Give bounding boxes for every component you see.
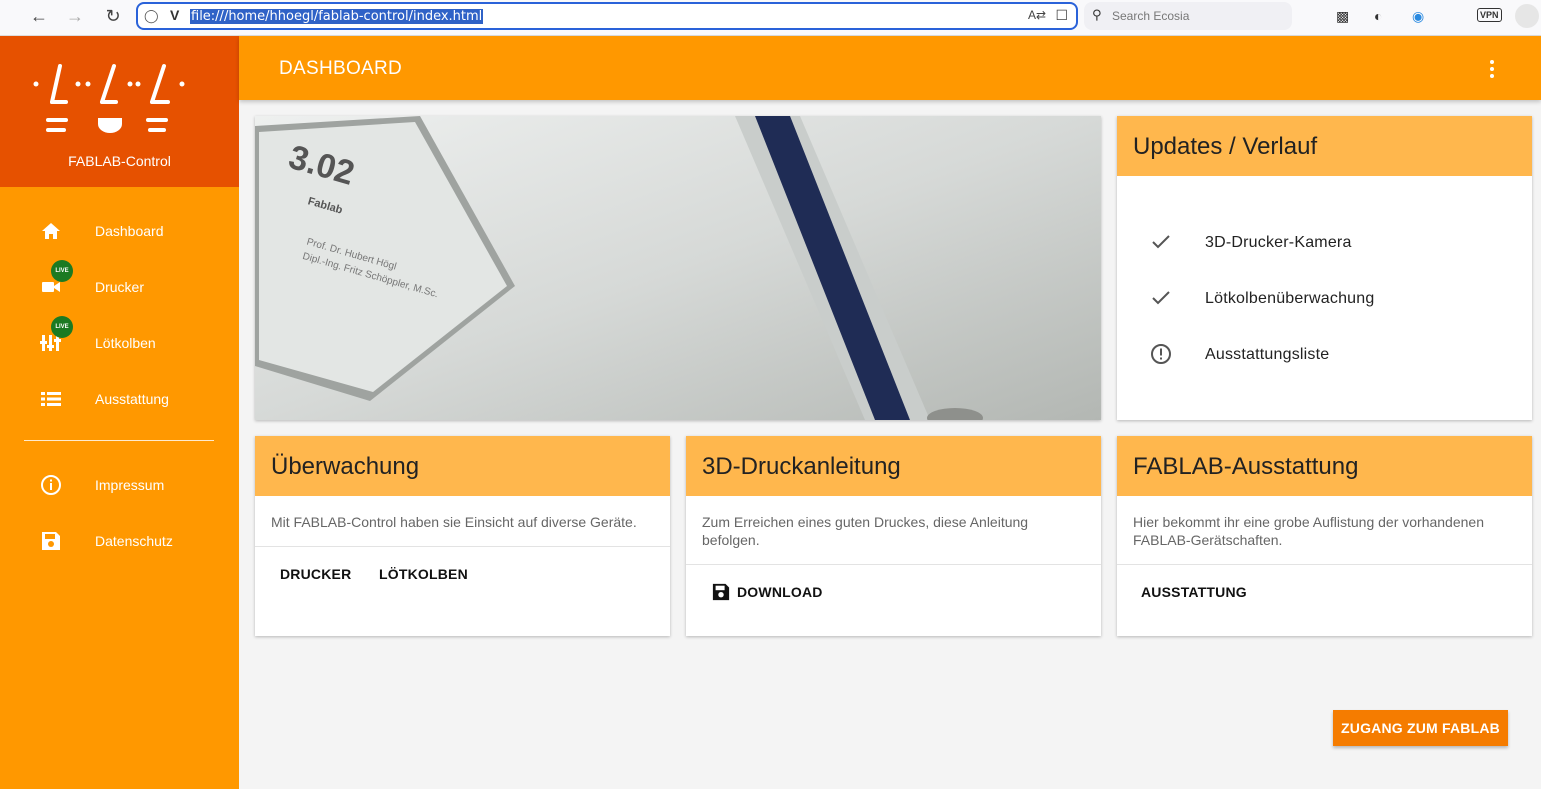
card-divider (686, 564, 1101, 565)
brand-header: FABLAB-Control (0, 36, 239, 187)
sidebar: FABLAB-Control Dashboard LIVE Drucker LI… (0, 36, 239, 789)
ausstattung-button[interactable]: AUSSTATTUNG (1141, 584, 1247, 600)
sidebar-item-impressum[interactable]: Impressum (0, 465, 239, 505)
home-icon (40, 220, 62, 242)
check-icon (1149, 230, 1173, 254)
search-icon: ⚲ (1092, 7, 1102, 22)
brand-name: FABLAB-Control (68, 153, 171, 169)
ausstattung-card: FABLAB-Ausstattung Hier bekommt ihr eine… (1117, 436, 1532, 636)
url-bar[interactable]: ◯ V file:///home/hhoegl/fablab-control/i… (136, 2, 1078, 30)
hero-image: 3.02 Fablab Prof. Dr. Hubert Högl Dipl.-… (255, 116, 1101, 420)
sidebar-item-loetkolben[interactable]: LIVE Lötkolben (0, 316, 239, 363)
loetkolben-button[interactable]: LÖTKOLBEN (379, 566, 468, 582)
update-label: Ausstattungsliste (1205, 346, 1330, 363)
update-label: Lötkolbenüberwachung (1205, 290, 1375, 307)
browser-toolbar: ← → ↻ ◯ V file:///home/hhoegl/fablab-con… (0, 0, 1541, 36)
avatar[interactable] (1515, 4, 1539, 28)
card-header: Updates / Verlauf (1117, 116, 1532, 176)
card-text: Mit FABLAB-Control haben sie Einsicht au… (271, 514, 637, 530)
druckanleitung-card: 3D-Druckanleitung Zum Erreichen eines gu… (686, 436, 1101, 636)
browser-search-input[interactable]: ⚲ Search Ecosia (1084, 2, 1292, 30)
check-icon (1149, 286, 1173, 310)
app-bar: DASHBOARD (239, 36, 1541, 100)
bookmark-icon[interactable]: ☐ (1055, 7, 1068, 24)
more-vert-icon[interactable] (1481, 58, 1503, 80)
card-text: Hier bekommt ihr eine grobe Auflistung d… (1133, 514, 1484, 548)
card-divider (1117, 564, 1532, 565)
gift-icon[interactable]: ▩ (1336, 6, 1349, 26)
ueberwachung-card: Überwachung Mit FABLAB-Control haben sie… (255, 436, 670, 636)
sidebar-divider (24, 440, 214, 441)
shield-extension-icon[interactable]: ◉ (1412, 6, 1424, 26)
card-title: Überwachung (271, 453, 420, 480)
translate-icon[interactable]: A⇄ (1028, 8, 1046, 22)
card-text: Zum Erreichen eines guten Druckes, diese… (702, 514, 1029, 548)
sidebar-item-label: Lötkolben (95, 335, 156, 351)
save-icon (712, 583, 730, 606)
site-icon: V (170, 7, 180, 23)
live-badge: LIVE (51, 260, 73, 282)
fablab-logo (33, 64, 185, 133)
live-badge: LIVE (51, 316, 73, 338)
card-header: FABLAB-Ausstattung (1117, 436, 1532, 496)
sidebar-item-label: Ausstattung (95, 391, 169, 407)
download-label: DOWNLOAD (737, 584, 823, 600)
vpn-icon[interactable]: VPN (1477, 8, 1502, 22)
sidebar-item-drucker[interactable]: LIVE Drucker (0, 260, 239, 307)
list-item: 3D-Drucker-Kamera (1117, 222, 1532, 262)
page-title: DASHBOARD (279, 58, 403, 79)
card-title: Updates / Verlauf (1133, 133, 1318, 160)
sidebar-item-label: Dashboard (95, 223, 164, 239)
sidebar-item-label: Impressum (95, 477, 165, 493)
update-label: 3D-Drucker-Kamera (1205, 234, 1352, 251)
card-header: 3D-Druckanleitung (686, 436, 1101, 496)
card-title: 3D-Druckanleitung (702, 453, 901, 480)
card-divider (255, 546, 670, 547)
drucker-button[interactable]: DRUCKER (280, 566, 351, 582)
url-text[interactable]: file:///home/hhoegl/fablab-control/index… (190, 9, 484, 24)
sidebar-item-label: Drucker (95, 279, 145, 295)
sidebar-item-ausstattung[interactable]: Ausstattung (0, 379, 239, 419)
save-icon (40, 530, 62, 552)
card-title: FABLAB-Ausstattung (1133, 453, 1359, 480)
download-button[interactable]: DOWNLOAD (712, 582, 822, 602)
card-header: Überwachung (255, 436, 670, 496)
privacy-extension-icon[interactable]: ◐ (1374, 6, 1382, 26)
sidebar-item-dashboard[interactable]: Dashboard (0, 211, 239, 251)
sidebar-item-label: Datenschutz (95, 533, 173, 549)
shield-icon[interactable]: ◯ (144, 8, 159, 24)
info-icon (40, 474, 62, 496)
forward-icon[interactable]: → (63, 6, 87, 26)
list-icon (40, 388, 62, 410)
zugang-fablab-button[interactable]: ZUGANG ZUM FABLAB (1333, 710, 1508, 746)
updates-card: Updates / Verlauf 3D-Drucker-Kamera Lötk… (1117, 116, 1532, 420)
reload-icon[interactable]: ↻ (101, 6, 125, 26)
list-item: Ausstattungsliste (1117, 334, 1532, 374)
search-placeholder: Search Ecosia (1112, 9, 1190, 23)
back-icon[interactable]: ← (27, 6, 51, 26)
alert-circle-icon (1149, 342, 1173, 366)
list-item: Lötkolbenüberwachung (1117, 278, 1532, 318)
sidebar-item-datenschutz[interactable]: Datenschutz (0, 521, 239, 561)
